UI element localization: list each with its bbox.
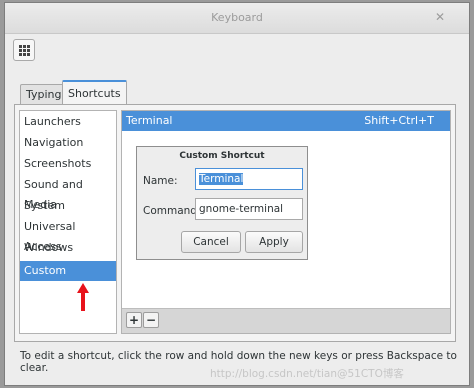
command-field[interactable]: gnome-terminal (195, 198, 303, 220)
red-arrow-icon (77, 283, 89, 311)
sidebar-item-system[interactable]: System (20, 196, 116, 216)
shortcut-accelerator: Shift+Ctrl+T (364, 114, 434, 127)
dialog-title: Custom Shortcut (179, 151, 265, 161)
command-label: Command: (143, 205, 201, 217)
close-icon[interactable]: ✕ (433, 10, 447, 24)
command-value: gnome-terminal (199, 203, 284, 215)
name-label: Name: (143, 175, 178, 187)
sidebar-item-navigation[interactable]: Navigation (20, 133, 116, 153)
title-bar: Keyboard ✕ (5, 3, 469, 34)
apply-button[interactable]: Apply (245, 231, 303, 253)
sidebar-item-windows[interactable]: Windows (20, 238, 116, 258)
tab-shortcuts[interactable]: Shortcuts (62, 80, 127, 105)
shortcut-row[interactable]: Terminal Shift+Ctrl+T (122, 111, 450, 131)
name-value: Terminal (199, 173, 244, 185)
remove-shortcut-button[interactable]: − (143, 312, 159, 328)
sidebar-item-universal-access[interactable]: Universal Access (20, 217, 116, 253)
watermark: http://blog.csdn.net/tian@51CTO博客 (210, 368, 404, 380)
sidebar-item-launchers[interactable]: Launchers (20, 112, 116, 132)
window-title: Keyboard (211, 11, 263, 24)
grid-menu-button[interactable] (13, 39, 35, 61)
sidebar-item-screenshots[interactable]: Screenshots (20, 154, 116, 174)
name-field[interactable]: Terminal (195, 168, 303, 190)
tab-typing[interactable]: Typing (20, 84, 68, 104)
add-shortcut-button[interactable]: + (126, 312, 142, 328)
shortcut-toolbar: + − (122, 308, 450, 333)
sidebar-item-custom-shortcuts[interactable]: Custom Shortcuts (20, 261, 116, 297)
shortcut-name: Terminal (126, 114, 173, 127)
category-list: Launchers Navigation Screenshots Sound a… (19, 110, 117, 334)
grid-menu-icon (19, 45, 30, 56)
sidebar-item-sound-and-media[interactable]: Sound and Media (20, 175, 116, 211)
toolbar (5, 34, 469, 66)
custom-shortcut-dialog: Custom Shortcut Name: Terminal Command: … (136, 146, 308, 260)
cancel-button[interactable]: Cancel (181, 231, 241, 253)
